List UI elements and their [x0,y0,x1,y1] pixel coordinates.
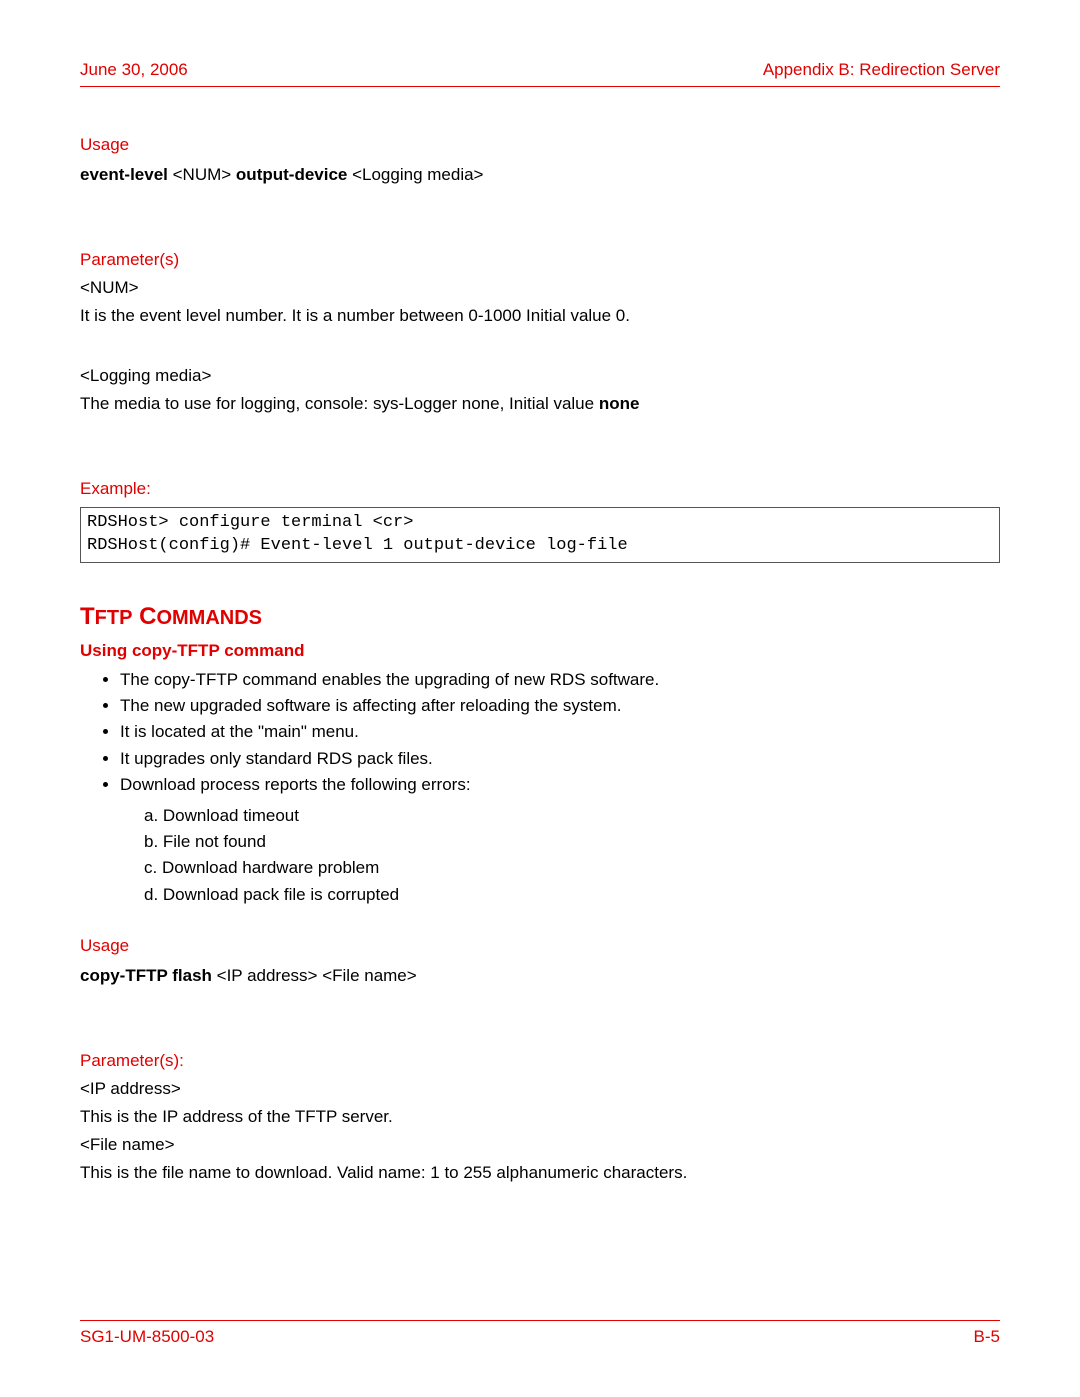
header-date: June 30, 2006 [80,60,188,80]
bullet-item: The copy-TFTP command enables the upgrad… [120,667,1000,693]
error-item: c. Download hardware problem [144,855,1000,881]
param-num-desc: It is the event level number. It is a nu… [80,304,1000,329]
page-header: June 30, 2006 Appendix B: Redirection Se… [80,60,1000,87]
title-t: T [80,603,95,630]
error-item: a. Download timeout [144,803,1000,829]
param-logging-desc-pre: The media to use for logging, console: s… [80,394,599,413]
parameters-heading-2: Parameter(s): [80,1051,1000,1071]
usage-bold-1: event-level [80,165,168,184]
bullet-item: It upgrades only standard RDS pack files… [120,746,1000,772]
param-logging-name: <Logging media> [80,366,1000,386]
usage2-bold: copy-TFTP flash [80,966,212,985]
error-item: b. File not found [144,829,1000,855]
param-ip-desc: This is the IP address of the TFTP serve… [80,1105,1000,1130]
usage-syntax: event-level <NUM> output-device <Logging… [80,163,1000,188]
usage-bold-2: output-device [236,165,347,184]
tftp-commands-title: TFTP COMMANDS [80,603,1000,631]
footer-page-number: B-5 [974,1327,1000,1347]
parameters-heading: Parameter(s) [80,250,1000,270]
header-appendix: Appendix B: Redirection Server [763,60,1000,80]
bullet-item: The new upgraded software is affecting a… [120,693,1000,719]
param-logging-desc: The media to use for logging, console: s… [80,392,1000,417]
param-filename-desc: This is the file name to download. Valid… [80,1161,1000,1186]
usage-plain-2: <Logging media> [347,165,483,184]
bullet-item: Download process reports the following e… [120,772,1000,798]
using-copy-tftp-heading: Using copy-TFTP command [80,641,1000,661]
usage-heading: Usage [80,135,1000,155]
footer-doc-id: SG1-UM-8500-03 [80,1327,214,1347]
example-code: RDSHost> configure terminal <cr> RDSHost… [80,507,1000,563]
bullet-list: The copy-TFTP command enables the upgrad… [120,667,1000,799]
param-logging-desc-bold: none [599,394,640,413]
usage-heading-2: Usage [80,936,1000,956]
usage-plain-1: <NUM> [168,165,236,184]
bullet-item: It is located at the "main" menu. [120,719,1000,745]
usage2-plain: <IP address> <File name> [212,966,417,985]
param-ip-name: <IP address> [80,1079,1000,1099]
error-sublist: a. Download timeout b. File not found c.… [144,803,1000,908]
title-ommands: OMMANDS [156,607,262,629]
example-heading: Example: [80,479,1000,499]
page-footer: SG1-UM-8500-03 B-5 [80,1320,1000,1347]
param-filename-name: <File name> [80,1135,1000,1155]
page: June 30, 2006 Appendix B: Redirection Se… [0,0,1080,1397]
title-c: C [132,603,156,630]
param-num-name: <NUM> [80,278,1000,298]
error-item: d. Download pack file is corrupted [144,882,1000,908]
title-ftp: FTP [95,607,133,629]
usage-syntax-2: copy-TFTP flash <IP address> <File name> [80,964,1000,989]
